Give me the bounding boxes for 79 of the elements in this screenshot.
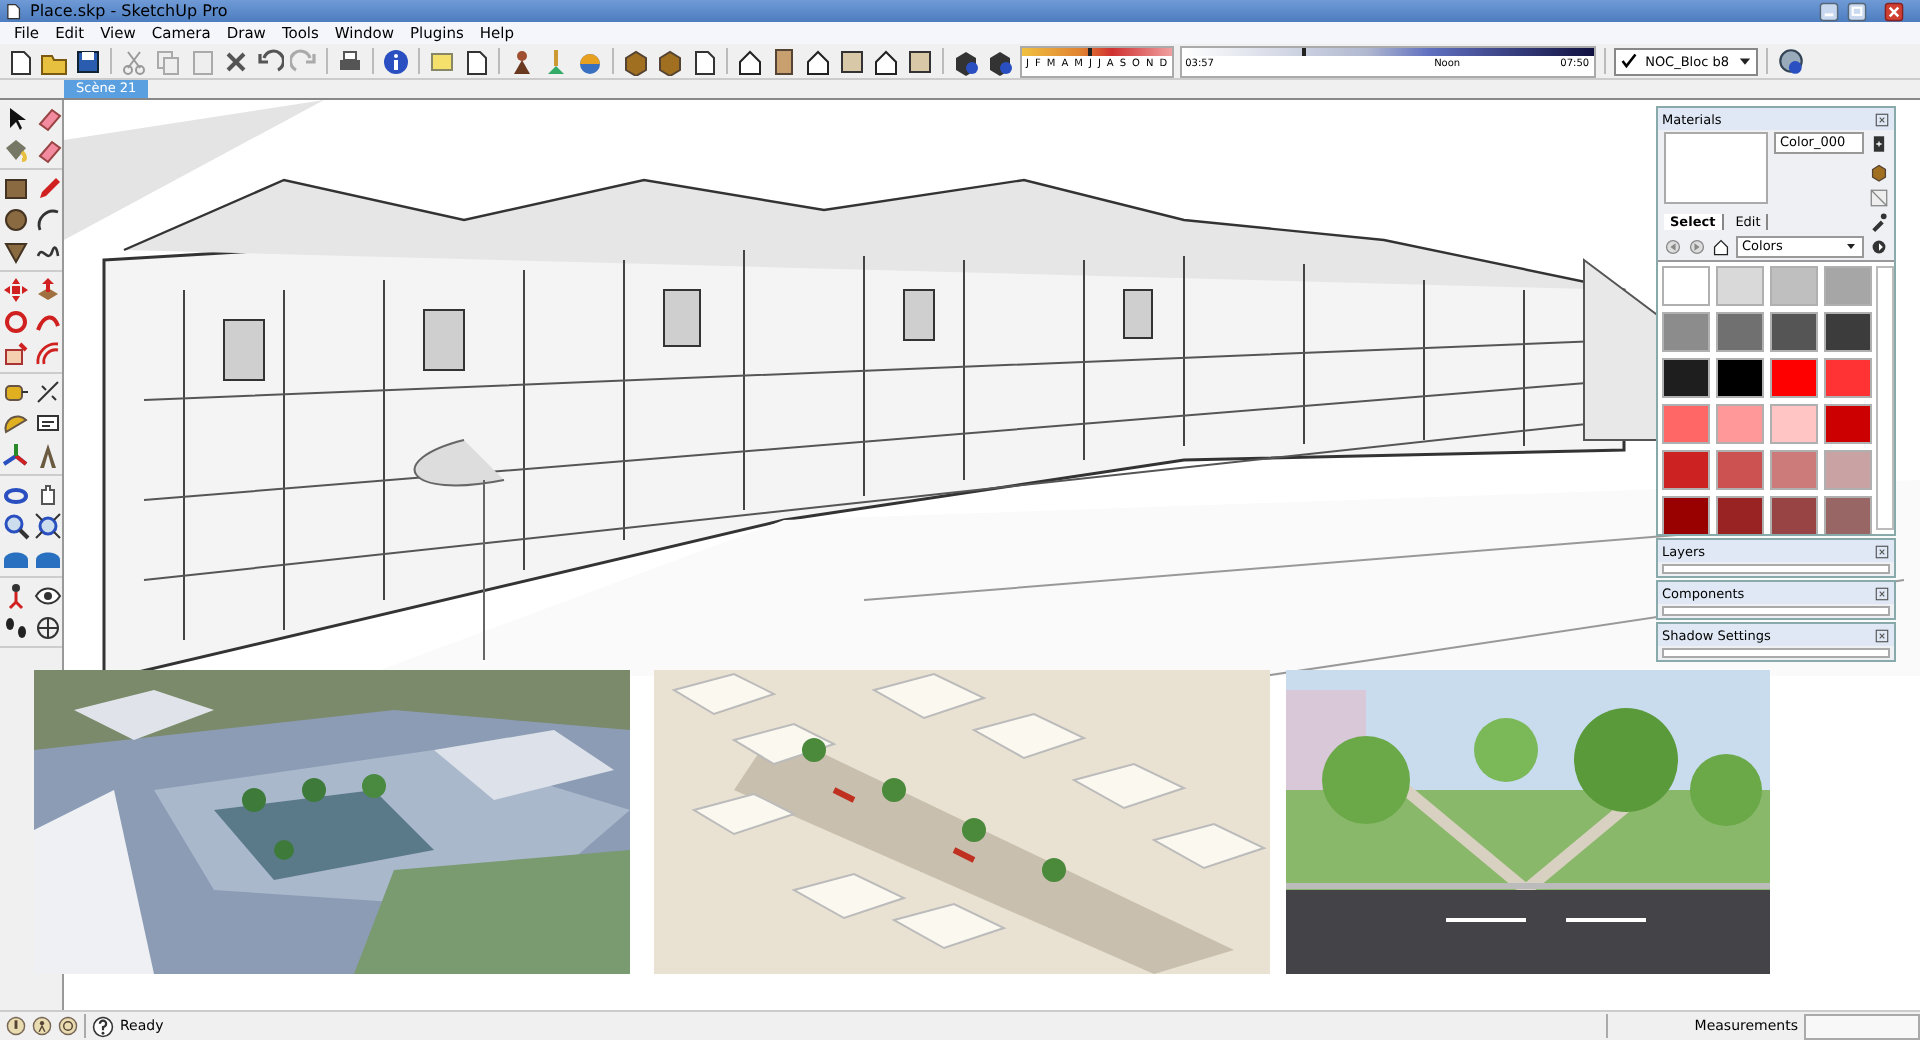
eraser-icon xyxy=(34,104,62,132)
move-icon xyxy=(2,276,30,304)
tool-button[interactable] xyxy=(32,512,64,540)
toolbar-button[interactable] xyxy=(906,47,934,75)
zoom-extents-icon xyxy=(34,512,62,540)
toolbar-button[interactable] xyxy=(804,47,832,75)
pushpull-icon xyxy=(34,276,62,304)
tool-button[interactable] xyxy=(32,378,64,406)
toolbar-button[interactable] xyxy=(222,47,250,75)
printer-icon xyxy=(336,47,364,75)
cube-icon xyxy=(986,47,1014,75)
toolbar-button[interactable] xyxy=(770,47,798,75)
rectangle-icon xyxy=(2,174,30,202)
tool-button[interactable] xyxy=(0,512,32,540)
toolbar-button[interactable] xyxy=(508,47,536,75)
figure-icon xyxy=(508,47,536,75)
arc-icon xyxy=(34,206,62,234)
slider-thumb[interactable] xyxy=(1087,47,1092,55)
checkmark-icon xyxy=(1619,52,1638,70)
scissors-icon xyxy=(120,47,148,75)
cube-icon xyxy=(952,47,980,75)
rotate-icon xyxy=(2,308,30,336)
note-icon xyxy=(428,47,456,75)
redo-icon xyxy=(290,47,318,75)
toolbar-button[interactable] xyxy=(6,47,34,75)
bulb-icon xyxy=(6,1016,26,1036)
tool-button[interactable] xyxy=(0,410,32,438)
toolbar-button[interactable] xyxy=(256,47,284,75)
circle-icon xyxy=(2,206,30,234)
info-button[interactable] xyxy=(382,47,410,75)
offset-icon xyxy=(34,340,62,368)
toolbar-button[interactable] xyxy=(74,47,102,75)
toolbar-button[interactable] xyxy=(952,47,980,75)
person-icon xyxy=(32,1016,52,1036)
toolbar-button[interactable] xyxy=(336,47,364,75)
toolbar-button[interactable] xyxy=(462,47,490,75)
search-icon xyxy=(2,512,30,540)
toolbar-button[interactable] xyxy=(838,47,866,75)
tool-button[interactable] xyxy=(0,174,32,202)
toolbar-button[interactable] xyxy=(622,47,650,75)
toolbar-button[interactable] xyxy=(872,47,900,75)
slider-thumb[interactable] xyxy=(1302,47,1307,55)
help-icon xyxy=(92,1015,114,1037)
door-icon xyxy=(770,47,798,75)
square-icon xyxy=(838,47,866,75)
toolbar-button[interactable] xyxy=(656,47,684,75)
tool-button[interactable] xyxy=(0,206,32,234)
bucket-icon xyxy=(2,136,30,164)
maximize-button[interactable] xyxy=(1844,1,1870,21)
info-icon xyxy=(382,47,410,75)
toolbar-button[interactable] xyxy=(736,47,764,75)
section-icon xyxy=(34,614,62,642)
footprints-icon xyxy=(2,614,30,642)
square-icon xyxy=(906,47,934,75)
tool-button[interactable] xyxy=(32,582,64,610)
pencil-icon xyxy=(34,174,62,202)
toolbar-button[interactable] xyxy=(1775,46,1805,76)
measurements-field[interactable] xyxy=(1804,1013,1920,1039)
tool-button[interactable] xyxy=(0,614,32,642)
window-title: Place.skp - SketchUp Pro xyxy=(30,2,230,20)
tool-button[interactable] xyxy=(32,614,64,642)
delete-icon xyxy=(222,47,250,75)
protractor-icon xyxy=(2,410,30,438)
minimize-button[interactable] xyxy=(1816,1,1842,21)
eraser-icon xyxy=(34,136,62,164)
letter-shape-icon xyxy=(34,442,62,470)
ring-icon xyxy=(58,1016,78,1036)
scale-icon xyxy=(2,340,30,368)
eye-icon xyxy=(34,582,62,610)
tool-button[interactable] xyxy=(0,238,32,266)
undo-icon xyxy=(256,47,284,75)
toolbar-button[interactable] xyxy=(690,47,718,75)
tool-button[interactable] xyxy=(0,442,32,470)
tool-button[interactable] xyxy=(32,206,64,234)
gear-icon xyxy=(1775,46,1805,76)
toolbar-button[interactable] xyxy=(986,47,1014,75)
dimension-icon xyxy=(34,378,62,406)
axes-icon xyxy=(2,442,30,470)
triangle-icon xyxy=(2,238,30,266)
